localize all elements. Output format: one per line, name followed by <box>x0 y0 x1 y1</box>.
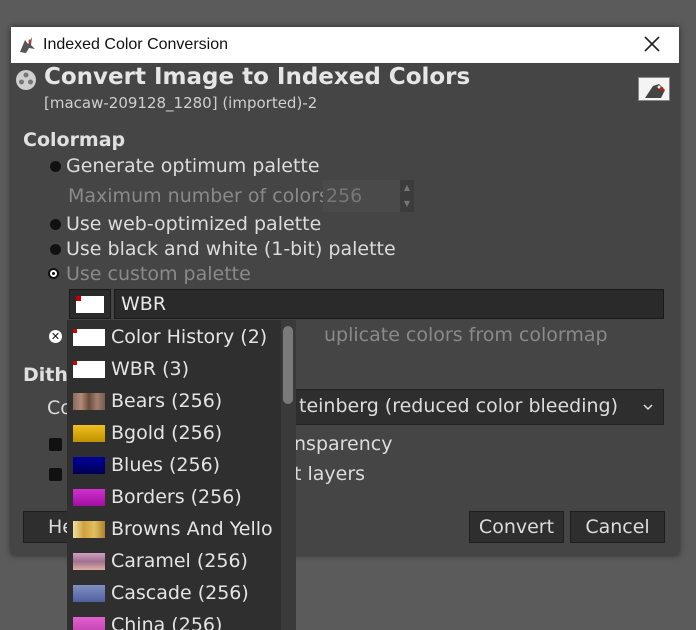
colormap-section-label: Colormap <box>23 129 126 151</box>
black-white-radio[interactable] <box>50 244 61 255</box>
palette-preview-icon <box>73 360 105 378</box>
custom-palette-name[interactable]: WBR <box>114 289 664 319</box>
palette-item-bears[interactable]: Bears (256) <box>67 385 281 417</box>
transparency-checkbox[interactable] <box>49 438 62 451</box>
window-title: Indexed Color Conversion <box>43 36 228 53</box>
palette-item-label: WBR (3) <box>111 358 189 380</box>
palette-item-wbr[interactable]: WBR (3) <box>67 353 281 385</box>
web-optimized-radio[interactable] <box>50 219 61 230</box>
palette-item-label: Blues (256) <box>111 454 221 476</box>
generate-optimum-label[interactable]: Generate optimum palette <box>66 155 320 177</box>
palette-dropdown-list[interactable]: Color History (2) WBR (3) Bears (256) Bg… <box>67 320 296 630</box>
black-white-label[interactable]: Use black and white (1-bit) palette <box>66 238 396 260</box>
palette-item-label: Cascade (256) <box>111 582 249 604</box>
generate-optimum-radio[interactable] <box>50 161 61 172</box>
remove-unused-checkbox[interactable]: ✕ <box>49 330 62 343</box>
palette-item-label: Caramel (256) <box>111 550 248 572</box>
palette-preview-icon <box>73 488 105 506</box>
palette-preview-icon <box>73 584 105 602</box>
palette-item-label: China (256) <box>111 614 223 630</box>
palette-item-bgold[interactable]: Bgold (256) <box>67 417 281 449</box>
palette-swatch-icon <box>76 296 104 313</box>
palette-preview-icon <box>73 520 105 538</box>
convert-indexed-icon <box>16 70 36 90</box>
spin-up-icon[interactable]: ▲ <box>400 180 414 196</box>
custom-palette-radio[interactable] <box>48 268 59 279</box>
palette-item-china[interactable]: China (256) <box>67 609 281 630</box>
scrollbar-thumb[interactable] <box>283 326 293 404</box>
web-optimized-label[interactable]: Use web-optimized palette <box>66 213 321 235</box>
image-thumbnail <box>638 77 670 101</box>
max-colors-spinner[interactable]: 256 ▲ ▼ <box>323 180 414 212</box>
palette-preview-icon <box>73 456 105 474</box>
text-layers-checkbox[interactable] <box>49 468 62 481</box>
palette-item-label: Browns And Yello <box>111 518 273 540</box>
palette-preview-icon <box>73 552 105 570</box>
image-name: [macaw-209128_1280] (imported)-2 <box>44 94 318 112</box>
palette-preview-icon <box>73 616 105 630</box>
palette-item-caramel[interactable]: Caramel (256) <box>67 545 281 577</box>
spin-down-icon[interactable]: ▼ <box>400 196 414 212</box>
close-icon[interactable] <box>643 35 661 53</box>
palette-item-browns-and-yellows[interactable]: Browns And Yello <box>67 513 281 545</box>
palette-item-blues[interactable]: Blues (256) <box>67 449 281 481</box>
gimp-app-icon <box>20 37 35 53</box>
dropdown-scrollbar[interactable] <box>281 320 296 630</box>
palette-item-cascade[interactable]: Cascade (256) <box>67 577 281 609</box>
cancel-button[interactable]: Cancel <box>570 511 665 543</box>
dialog-header: Convert Image to Indexed Colors [macaw-2… <box>11 63 679 115</box>
max-colors-label: Maximum number of colors: <box>68 185 336 207</box>
palette-item-color-history[interactable]: Color History (2) <box>67 321 281 353</box>
palette-selector-button[interactable] <box>69 289 111 319</box>
palette-item-borders[interactable]: Borders (256) <box>67 481 281 513</box>
max-colors-value[interactable]: 256 <box>323 180 400 212</box>
color-dithering-combo[interactable]: teinberg (reduced color bleeding) <box>286 389 664 425</box>
palette-item-label: Borders (256) <box>111 486 242 508</box>
palette-preview-icon <box>73 328 105 346</box>
palette-item-label: Bears (256) <box>111 390 223 412</box>
text-layers-label[interactable]: t layers <box>294 463 365 485</box>
chevron-down-icon <box>643 404 653 411</box>
title-bar: Indexed Color Conversion <box>11 27 679 63</box>
palette-preview-icon <box>73 392 105 410</box>
convert-button[interactable]: Convert <box>469 511 564 543</box>
palette-item-label: Color History (2) <box>111 326 268 348</box>
transparency-label[interactable]: nsparency <box>294 433 392 455</box>
custom-palette-label[interactable]: Use custom palette <box>66 263 251 285</box>
macaw-thumbnail-icon <box>639 78 669 100</box>
palette-preview-icon <box>73 424 105 442</box>
dithering-section-label: Dith <box>23 364 68 386</box>
dithering-method-value: teinberg (reduced color bleeding) <box>299 395 619 417</box>
remove-unused-label[interactable]: uplicate colors from colormap <box>324 324 608 346</box>
page-title: Convert Image to Indexed Colors <box>44 64 471 90</box>
palette-item-label: Bgold (256) <box>111 422 223 444</box>
